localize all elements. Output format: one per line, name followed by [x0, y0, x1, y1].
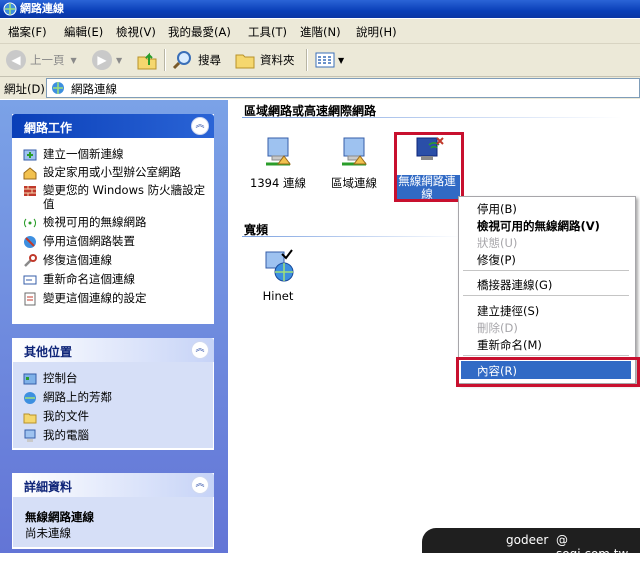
firewall-icon — [24, 186, 36, 196]
forward-button[interactable]: ▶ ▼ — [92, 48, 122, 72]
address-field[interactable]: 網路連線 — [46, 78, 640, 98]
menu-item-repair[interactable]: 修復(P) — [477, 252, 516, 268]
forward-dropdown-icon: ▼ — [116, 55, 123, 65]
up-folder-button[interactable] — [136, 48, 158, 72]
network-connections-icon — [52, 82, 64, 94]
group-divider — [242, 117, 622, 118]
collapse-icon[interactable]: ︽ — [191, 117, 209, 135]
network-tasks-panel: 網路工作 ︽ 建立一個新連線 設定家用或小型辦公室網路 變更您的 Windows… — [12, 114, 214, 324]
menu-item-create-shortcut[interactable]: 建立捷徑(S) — [477, 303, 539, 319]
connection-1394[interactable]: 1394 連線 — [248, 134, 308, 191]
watermark-site: @ sogi.com.tw — [556, 533, 629, 561]
address-bar: 網址(D) 網路連線 — [0, 77, 640, 99]
watermark-user: godeer — [506, 533, 549, 547]
toolbar-separator — [164, 49, 166, 71]
menu-separator — [463, 270, 629, 271]
rename-icon — [23, 275, 37, 285]
network-adapter-icon — [342, 137, 367, 166]
disable-network-icon — [24, 236, 36, 248]
other-places-panel: 其他位置 ︽ 控制台 網路上的芳鄰 我的文件 我的電腦 — [12, 338, 214, 450]
collapse-icon[interactable]: ︽ — [191, 341, 209, 359]
toolbar-separator — [306, 49, 308, 71]
menu-separator — [463, 355, 629, 356]
details-header[interactable]: 詳細資料 ︽ — [12, 473, 214, 497]
other-places-body: 控制台 網路上的芳鄰 我的文件 我的電腦 — [12, 362, 214, 449]
settings-icon — [24, 292, 36, 306]
menu-view[interactable]: 檢視(V) — [116, 24, 156, 40]
folder-icon — [235, 54, 255, 69]
other-places-header[interactable]: 其他位置 ︽ — [12, 338, 214, 362]
views-icon — [315, 52, 335, 68]
folders-button[interactable]: 資料夾 — [234, 48, 295, 72]
window-title: 網路連線 — [20, 2, 64, 15]
back-label: 上一頁 — [30, 53, 65, 67]
menu-item-status[interactable]: 狀態(U) — [477, 235, 517, 251]
annotation-box — [456, 357, 640, 387]
watermark: godeer @ sogi.com.tw — [422, 528, 640, 561]
details-connection-name: 無線網路連線 — [25, 510, 94, 524]
views-dropdown-icon: ▼ — [338, 55, 345, 65]
back-arrow-icon: ◀ — [6, 50, 26, 70]
menu-tools[interactable]: 工具(T) — [248, 24, 287, 40]
menu-bar: 檔案(F) 編輯(E) 檢視(V) 我的最愛(A) 工具(T) 進階(N) 說明… — [0, 19, 640, 44]
search-button[interactable]: 搜尋 — [172, 48, 221, 72]
folders-label: 資料夾 — [260, 53, 295, 67]
wireless-icon — [24, 218, 36, 228]
network-adapter-icon — [266, 137, 291, 166]
connection-hinet[interactable]: Hinet — [248, 248, 308, 303]
details-title: 詳細資料 — [24, 480, 73, 494]
back-button[interactable]: ◀ 上一頁 ▼ — [6, 48, 77, 72]
address-label: 網址(D) — [4, 82, 45, 96]
control-panel-icon — [23, 373, 37, 385]
views-button[interactable]: ▼ — [314, 48, 344, 72]
menu-edit[interactable]: 編輯(E) — [64, 24, 103, 40]
menu-item-rename[interactable]: 重新命名(M) — [477, 337, 542, 353]
menu-item-disable[interactable]: 停用(B) — [477, 201, 517, 217]
broadband-icon — [265, 249, 294, 282]
up-folder-icon — [137, 52, 157, 70]
other-places-title: 其他位置 — [24, 345, 73, 359]
menu-advanced[interactable]: 進階(N) — [300, 24, 341, 40]
menu-item-bridge[interactable]: 橋接器連線(G) — [477, 277, 552, 293]
title-bar: 網路連線 — [0, 0, 640, 18]
task-pane: 網路工作 ︽ 建立一個新連線 設定家用或小型辦公室網路 變更您的 Windows… — [0, 100, 228, 553]
home-network-icon — [23, 167, 37, 180]
details-status: 尚未連線 — [25, 526, 71, 540]
search-label: 搜尋 — [198, 53, 221, 67]
menu-item-view-wireless[interactable]: 檢視可用的無線網路(V) — [477, 218, 600, 234]
my-documents-icon — [23, 413, 37, 424]
context-menu: 停用(B) 檢視可用的無線網路(V) 狀態(U) 修復(P) 橋接器連線(G) … — [458, 196, 636, 384]
new-connection-icon — [23, 149, 37, 161]
back-dropdown-icon: ▼ — [70, 55, 77, 65]
menu-file[interactable]: 檔案(F) — [8, 24, 47, 40]
collapse-icon[interactable]: ︽ — [191, 476, 209, 494]
menu-favorites[interactable]: 我的最愛(A) — [168, 24, 231, 40]
menu-separator — [463, 295, 629, 296]
my-computer-icon — [24, 429, 36, 442]
network-places-icon — [24, 392, 36, 404]
toolbar: ◀ 上一頁 ▼ ▶ ▼ 搜尋 資料夾 ▼ — [0, 44, 640, 77]
address-value: 網路連線 — [71, 82, 117, 96]
details-body: 無線網路連線 尚未連線 — [12, 497, 214, 548]
menu-item-delete[interactable]: 刪除(D) — [477, 320, 518, 336]
forward-arrow-icon: ▶ — [92, 50, 112, 70]
annotation-box — [394, 132, 464, 202]
details-panel: 詳細資料 ︽ 無線網路連線 尚未連線 — [12, 473, 214, 549]
network-connections-icon — [3, 2, 17, 16]
network-tasks-title: 網路工作 — [24, 121, 73, 135]
group-divider — [242, 236, 462, 237]
network-tasks-header[interactable]: 網路工作 ︽ — [12, 114, 214, 138]
network-tasks-body: 建立一個新連線 設定家用或小型辦公室網路 變更您的 Windows 防火牆設定值… — [12, 138, 214, 323]
connection-lan[interactable]: 區域連線 — [324, 134, 384, 191]
menu-help[interactable]: 說明(H) — [356, 24, 397, 40]
repair-icon — [24, 254, 37, 267]
search-icon — [172, 51, 191, 70]
